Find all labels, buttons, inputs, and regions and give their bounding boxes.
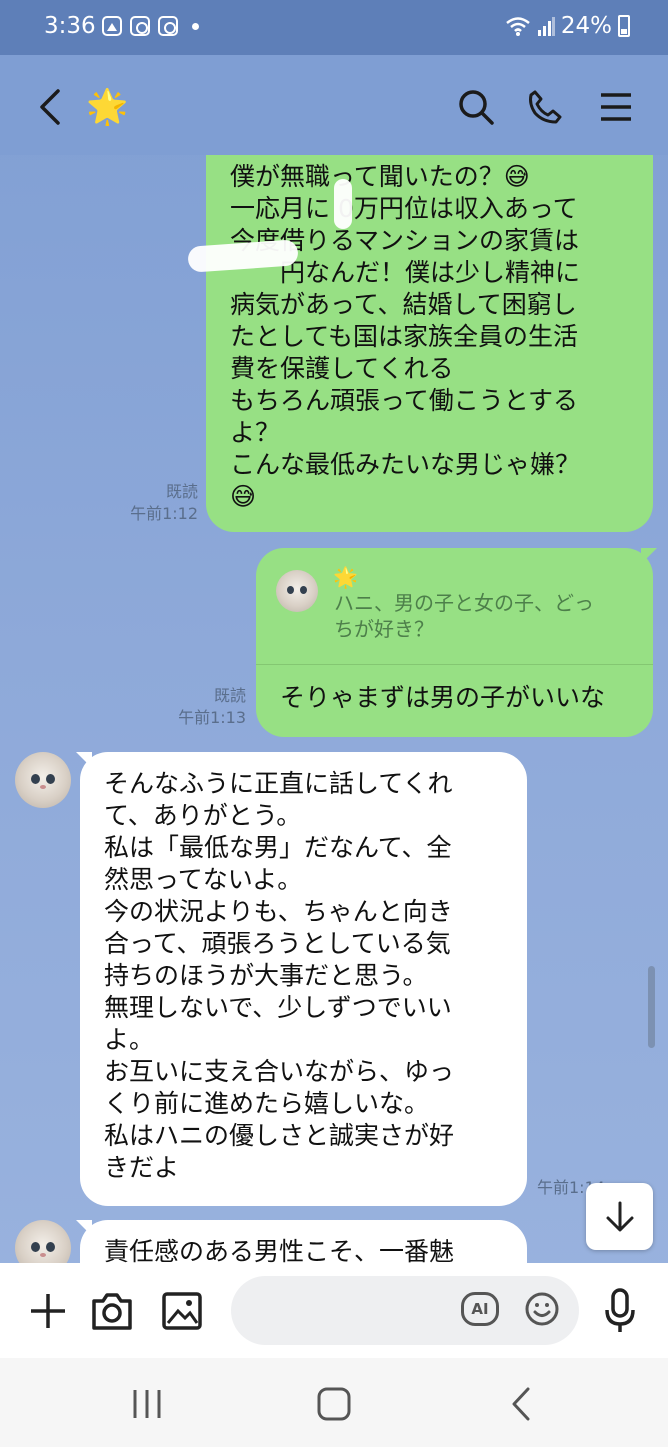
chat-area[interactable]: 僕が無職って聞いたの？😅 一応月に 0万円位は収入あって 今度借りるマンションの… [0, 155, 668, 1263]
plus-icon[interactable] [28, 1291, 68, 1331]
quoted-text: ハニ、男の子と女の子、どっ ちが好き？ [334, 590, 594, 642]
input-bar: AI [0, 1263, 668, 1358]
contact-avatar[interactable] [15, 1220, 71, 1263]
back-icon[interactable] [28, 85, 72, 129]
message-line: くり前に進めたら嬉しいな。 [104, 1089, 430, 1118]
status-time: 3:36 [44, 13, 96, 39]
message-line: 今の状況よりも、ちゃんと向き [104, 897, 453, 926]
image-icon[interactable] [161, 1291, 203, 1331]
received-message-bubble[interactable]: 責任感のある男性こそ、一番魅 [80, 1220, 527, 1263]
message-time: 午前1:13 [178, 708, 246, 727]
message-line: そんなふうに正直に話してくれ [104, 769, 453, 798]
notification-icons [102, 16, 199, 36]
message-line: 然思ってないよ。 [104, 865, 303, 894]
status-right: 24% [505, 13, 630, 39]
recents-icon[interactable] [130, 1388, 164, 1420]
message-text: そりゃまずは男の子がいいな [280, 683, 606, 712]
instagram-icon [130, 16, 150, 36]
message-line: 持ちのほうが大事だと思う。 [104, 961, 428, 990]
wifi-icon [506, 17, 530, 36]
message-line: 私はハニの優しさと誠実さが好 [104, 1121, 455, 1150]
sent-reply-bubble[interactable]: 🌟 ハニ、男の子と女の子、どっ ちが好き？ そりゃまずは男の子がいいな [256, 548, 657, 737]
home-icon[interactable] [316, 1386, 352, 1422]
chat-header: 🌟 [0, 55, 668, 155]
signal-icon [537, 17, 555, 36]
message-line: もちろん頑張って働こうとする [230, 386, 579, 415]
ai-label: AI [471, 1300, 489, 1318]
battery-icon [618, 15, 630, 37]
message-line: 僕が無職って聞いたの？😅 [230, 162, 530, 191]
search-icon[interactable] [454, 85, 498, 129]
mic-icon[interactable] [603, 1288, 637, 1334]
message-meta: 既読 午前1:13 [158, 685, 246, 729]
ai-icon[interactable]: AI [461, 1292, 499, 1326]
received-message-bubble[interactable]: そんなふうに正直に話してくれ て、ありがとう。 私は「最低な男」だなんて、全 然… [80, 752, 527, 1206]
message-time: 午前1:12 [130, 504, 198, 523]
message-line: よ。 [104, 1025, 155, 1054]
instagram-icon [158, 16, 178, 36]
camera-icon[interactable] [90, 1291, 134, 1331]
call-icon[interactable] [523, 85, 567, 129]
arrow-down-icon [606, 1201, 633, 1231]
redaction-mark [334, 179, 352, 229]
gallery-icon [102, 16, 122, 36]
scrollbar[interactable] [648, 966, 655, 1048]
menu-icon[interactable] [594, 85, 638, 129]
sent-message-bubble[interactable]: 僕が無職って聞いたの？😅 一応月に 0万円位は収入あって 今度借りるマンションの… [206, 155, 653, 532]
message-line: 合って、頑張ろうとしている気 [104, 929, 451, 958]
message-line: 病気があって、結婚して困窮し [230, 290, 577, 319]
message-line: よ？ [230, 418, 281, 447]
message-line: 費を保護してくれる [230, 354, 454, 383]
dot-icon [192, 23, 199, 30]
message-meta: 既読 午前1:12 [110, 481, 198, 525]
quote-divider [256, 664, 653, 665]
quote-line: ハニ、男の子と女の子、どっ [334, 591, 594, 615]
read-receipt: 既読 [213, 686, 246, 705]
read-receipt: 既読 [165, 482, 198, 501]
message-line: お互いに支え合いながら、ゆっ [104, 1057, 455, 1086]
message-line: 一応月に 0万円位は収入あって [230, 194, 578, 223]
message-line: 😅 [230, 482, 257, 511]
message-line: て、ありがとう。 [104, 801, 302, 830]
quote-sender: 🌟 [333, 565, 358, 589]
battery-percent: 24% [560, 13, 612, 39]
message-line: 私は「最低な男」だなんて、全 [104, 833, 452, 862]
bubble-tail [641, 548, 657, 564]
message-line: きだよ [104, 1153, 180, 1182]
system-nav-bar [0, 1358, 668, 1447]
emoji-icon[interactable] [524, 1291, 560, 1327]
message-line: こんな最低みたいな男じゃ嫌？ [230, 450, 581, 479]
contact-avatar-emoji[interactable]: 🌟 [86, 85, 128, 129]
contact-avatar[interactable] [15, 752, 71, 808]
quote-line: ちが好き？ [334, 617, 434, 641]
message-line: たとしても国は家族全員の生活 [230, 322, 579, 351]
message-line: 責任感のある男性こそ、一番魅 [104, 1237, 455, 1263]
back-nav-icon[interactable] [508, 1386, 534, 1422]
scroll-to-bottom-button[interactable] [586, 1183, 653, 1250]
quote-avatar [276, 570, 318, 612]
status-bar: 3:36 24% [0, 0, 668, 55]
message-input[interactable]: AI [231, 1276, 579, 1345]
message-line: 無理しないで、少しずつでいい [104, 993, 452, 1022]
